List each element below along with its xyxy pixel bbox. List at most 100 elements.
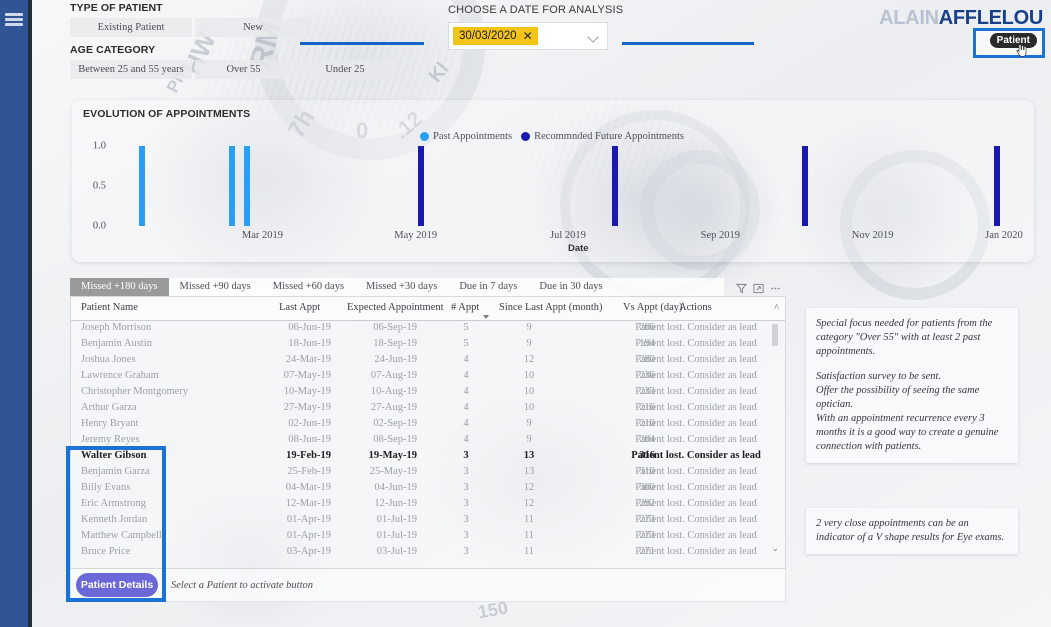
- cell-num-appt: 4: [463, 354, 469, 365]
- table-tabs: Missed +180 days Missed +90 days Missed +6…: [70, 278, 724, 296]
- cell-patient-name: Joshua Jones: [81, 354, 136, 365]
- table-tab-due-in-7-days[interactable]: Due in 7 days: [448, 278, 528, 296]
- cell-expected-appointment: 02-Sep-19: [373, 418, 417, 429]
- cell-num-appt: 3: [463, 450, 469, 461]
- table-row[interactable]: Benjamin Austin 18-Jun-19 18-Sep-19 5 9 194 Pa…: [71, 337, 771, 353]
- cell-last-appt: 24-Mar-19: [285, 354, 331, 365]
- cell-last-appt: 12-Mar-19: [285, 498, 331, 509]
- table-tab-missed-60-days[interactable]: Missed +60 days: [262, 278, 355, 296]
- chart-bar[interactable]: [228, 146, 235, 226]
- cell-expected-appointment: 27-Aug-19: [370, 402, 417, 413]
- filter-new[interactable]: New: [195, 18, 311, 37]
- cell-num-appt: 4: [463, 386, 469, 397]
- cell-since-last-appt: 9: [526, 322, 532, 333]
- table-row[interactable]: Henry Bryant 02-Jun-19 02-Sep-19 4 9 210 Patie…: [71, 417, 771, 433]
- cell-num-appt: 3: [463, 530, 469, 541]
- filter-existing-patient[interactable]: Existing Patient: [70, 18, 192, 37]
- cell-num-appt: 3: [463, 498, 469, 509]
- chart-bar[interactable]: [993, 146, 1000, 226]
- column-expected-appointment[interactable]: Expected Appointment: [347, 302, 444, 313]
- scrollbar-thumb[interactable]: [772, 324, 778, 346]
- appointments-chart-card: EVOLUTION OF APPOINTMENTS Past Appointme…: [72, 100, 1034, 262]
- table-row[interactable]: Lawrence Graham 07-May-19 07-Aug-19 4 10 236 P…: [71, 369, 771, 385]
- filter-between-25-and-55[interactable]: Between 25 and 55 years: [70, 60, 192, 79]
- chart-ytick: 0.0: [92, 220, 106, 232]
- column-actions[interactable]: Actions: [679, 302, 712, 313]
- chevron-down-icon[interactable]: [587, 31, 599, 43]
- table-row[interactable]: Bruce Price 03-Apr-19 03-Jul-19 3 11 271 Patie…: [71, 545, 771, 561]
- more-options-icon[interactable]: [769, 282, 782, 295]
- cell-since-last-appt: 13: [523, 466, 535, 477]
- chart-bar[interactable]: [611, 146, 618, 226]
- column-patient-name[interactable]: Patient Name: [81, 302, 138, 313]
- date-selected-chip[interactable]: 30/03/2020 ✕: [453, 27, 538, 45]
- chart-xtick: Nov 2019: [851, 230, 894, 241]
- note-line: With an appointment recurrence every 3 m…: [816, 413, 999, 452]
- table-row[interactable]: Kenneth Jordan 01-Apr-19 01-Jul-19 3 11 273 Pa…: [71, 513, 771, 529]
- table-tab-missed-90-days[interactable]: Missed +90 days: [169, 278, 262, 296]
- filter-over-55[interactable]: Over 55: [195, 60, 292, 79]
- table-row[interactable]: Benjamin Garza 25-Feb-19 25-May-19 3 13 310 Pa…: [71, 465, 771, 481]
- table-body: Joseph Morrison 06-Jun-19 06-Sep-19 5 9 206 Pa…: [71, 321, 771, 561]
- hamburger-icon[interactable]: [5, 13, 23, 26]
- cell-patient-name: Jeremy Reyes: [81, 434, 140, 445]
- cell-last-appt: 08-Jun-19: [288, 434, 331, 445]
- cell-last-appt: 02-Jun-19: [288, 418, 331, 429]
- table-row[interactable]: Joshua Jones 24-Mar-19 24-Jun-19 4 12 280 Pati…: [71, 353, 771, 369]
- column-since-last-appt[interactable]: Since Last Appt (month): [499, 302, 603, 313]
- table-row[interactable]: Arthur Garza 27-May-19 27-Aug-19 4 10 216 Pati…: [71, 401, 771, 417]
- table-row[interactable]: Christopher Montgomery 10-May-19 10-Aug-19…: [71, 385, 771, 401]
- filter-icon[interactable]: [735, 282, 748, 295]
- clear-date-icon[interactable]: ✕: [523, 30, 533, 42]
- date-select[interactable]: 30/03/2020 ✕: [448, 22, 608, 50]
- chart-bar[interactable]: [802, 146, 809, 226]
- scroll-down-icon[interactable]: ⌄: [771, 543, 779, 554]
- cell-num-appt: 4: [463, 418, 469, 429]
- cell-num-appt: 4: [463, 370, 469, 381]
- chart-xtick: Sep 2019: [700, 230, 740, 241]
- focus-mode-icon[interactable]: [752, 282, 765, 295]
- table-row[interactable]: Eric Armstrong 12-Mar-19 12-Jun-19 3 12 292 Pa…: [71, 497, 771, 513]
- chart-bar[interactable]: [417, 146, 424, 226]
- table-row[interactable]: Jeremy Reyes 08-Jun-19 08-Sep-19 4 9 204 Patie…: [71, 433, 771, 449]
- dashboard-root: RM HW 7h 0 .12 Kl Ph 150 TYPE OF PATIENT…: [0, 0, 1051, 627]
- cell-action: Patient lost. Consider as lead: [635, 338, 757, 349]
- collapse-header-icon[interactable]: ^: [774, 303, 779, 314]
- column-vs-appt[interactable]: Vs Appt (day): [623, 302, 683, 313]
- table-row[interactable]: Walter Gibson 19-Feb-19 19-May-19 3 13 316 Pat…: [71, 449, 771, 465]
- table-scrollbar[interactable]: [771, 323, 779, 563]
- legend-label-future: Recommnded Future Appointments: [534, 131, 684, 142]
- column-num-appt[interactable]: # Appt: [451, 302, 479, 313]
- cell-since-last-appt: 11: [523, 530, 535, 541]
- age-category-label: AGE CATEGORY: [70, 44, 156, 56]
- chart-bar[interactable]: [139, 146, 146, 226]
- cell-action: Patient lost. Consider as lead: [635, 354, 757, 365]
- cell-since-last-appt: 11: [523, 546, 535, 557]
- cell-action: Patient lost. Consider as lead: [635, 530, 757, 541]
- table-tab-missed-180-days[interactable]: Missed +180 days: [70, 278, 169, 296]
- cell-expected-appointment: 19-May-19: [368, 450, 417, 461]
- cell-since-last-appt: 9: [526, 434, 532, 445]
- table-row[interactable]: Matthew Campbell 01-Apr-19 01-Jul-19 3 11 273…: [71, 529, 771, 545]
- column-last-appt[interactable]: Last Appt: [279, 302, 320, 313]
- patient-details-button[interactable]: Patient Details: [76, 573, 158, 597]
- table-row[interactable]: Joseph Morrison 06-Jun-19 06-Sep-19 5 9 206 Pa…: [71, 321, 771, 337]
- table-tab-missed-30-days[interactable]: Missed +30 days: [355, 278, 448, 296]
- date-value: 30/03/2020: [459, 30, 517, 42]
- sort-indicator-icon: [483, 315, 489, 319]
- cell-last-appt: 18-Jun-19: [288, 338, 331, 349]
- cell-since-last-appt: 12: [523, 498, 535, 509]
- accent-bar-right: [622, 42, 754, 45]
- table-tab-due-in-30-days[interactable]: Due in 30 days: [528, 278, 613, 296]
- cell-last-appt: 01-Apr-19: [286, 514, 331, 525]
- cell-expected-appointment: 06-Sep-19: [373, 322, 417, 333]
- patient-tooltip: Patient: [989, 33, 1037, 48]
- table-row[interactable]: Billy Evans 04-Mar-19 04-Jun-19 3 12 300 Patie…: [71, 481, 771, 497]
- chart-bar[interactable]: [244, 146, 251, 226]
- cell-since-last-appt: 10: [523, 386, 535, 397]
- filter-under-25[interactable]: Under 25: [295, 60, 395, 79]
- cell-action: Patient lost. Consider as lead: [635, 402, 757, 413]
- cell-action: Patient lost. Consider as lead: [635, 386, 757, 397]
- cell-since-last-appt: 11: [523, 514, 535, 525]
- cell-action: Patient lost. Consider as lead: [635, 322, 757, 333]
